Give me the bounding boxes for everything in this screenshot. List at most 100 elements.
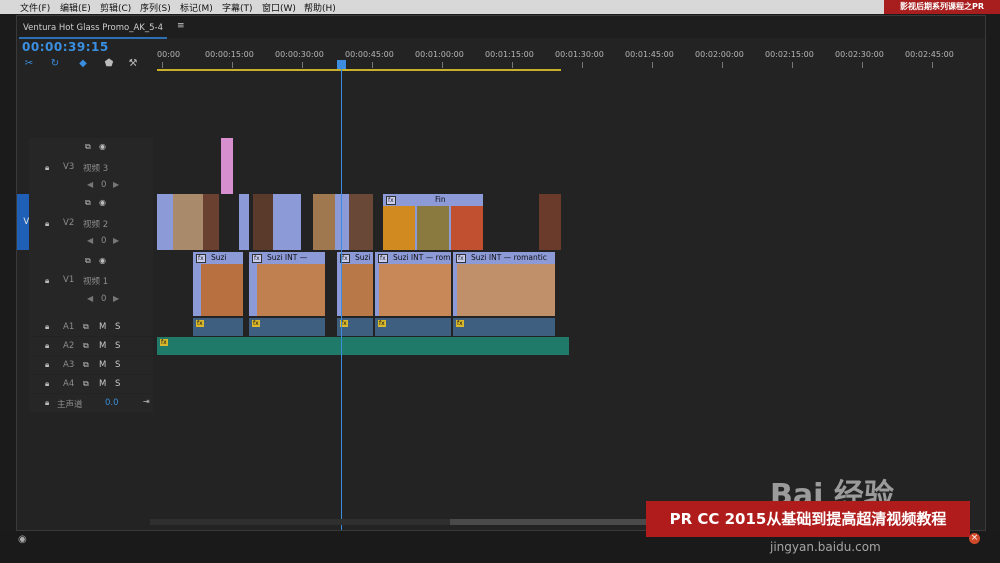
- a1-clip[interactable]: fx: [337, 318, 373, 336]
- menu-title[interactable]: 字幕(T): [222, 1, 253, 14]
- track-level: 0: [101, 180, 107, 190]
- toggle-sync-icon[interactable]: ⧉: [85, 256, 91, 266]
- v1-clip[interactable]: fx Suzi INT — romantic: [453, 252, 555, 316]
- solo-button[interactable]: S: [115, 322, 120, 332]
- toggle-sync-icon[interactable]: ⧉: [83, 322, 89, 332]
- keyframe-nav-right-icon[interactable]: ▶: [113, 180, 119, 189]
- clip-thumbnail: [417, 206, 449, 250]
- panel-menu-icon[interactable]: ≡: [177, 21, 185, 31]
- lock-icon[interactable]: 🔒︎: [45, 379, 49, 389]
- ruler-label: 00:01:00:00: [415, 50, 464, 59]
- clip-label: Suzi: [211, 253, 227, 262]
- snap-icon[interactable]: ✂: [23, 58, 35, 70]
- ruler-label: 00:02:00:00: [695, 50, 744, 59]
- menu-help[interactable]: 帮助(H): [304, 1, 336, 14]
- menu-edit[interactable]: 编辑(E): [60, 1, 91, 14]
- work-area-bar[interactable]: [157, 69, 561, 71]
- close-icon[interactable]: ×: [969, 533, 980, 544]
- clip-thumbnail: [201, 264, 243, 316]
- v1-clip[interactable]: fx Suzi: [193, 252, 243, 316]
- fx-badge: fx: [252, 320, 260, 327]
- menu-clip[interactable]: 剪辑(C): [100, 1, 131, 14]
- keyframe-nav-left-icon[interactable]: ◀: [87, 294, 93, 303]
- menu-window[interactable]: 窗口(W): [262, 1, 296, 14]
- tutorial-banner: PR CC 2015从基础到提高超清视频教程: [646, 501, 970, 537]
- track-id: A1: [63, 322, 75, 332]
- v1-clip[interactable]: fx Suzi: [337, 252, 373, 316]
- keyframe-nav-right-icon[interactable]: ▶: [113, 236, 119, 245]
- lock-icon[interactable]: 🔒︎: [45, 322, 49, 332]
- v2-clip[interactable]: fx Fin: [383, 194, 483, 250]
- master-volume-value[interactable]: 0.0: [105, 398, 119, 408]
- ruler-label: 00:00: [157, 50, 181, 59]
- ruler-tick: [862, 62, 863, 68]
- v2-clip[interactable]: [239, 194, 249, 250]
- ruler-tick: [792, 62, 793, 68]
- solo-button[interactable]: S: [115, 379, 120, 389]
- ruler-tick: [302, 62, 303, 68]
- toggle-sync-icon[interactable]: ⧉: [83, 379, 89, 389]
- v3-clip[interactable]: [221, 138, 233, 194]
- linked-selection-icon[interactable]: ↻: [49, 58, 61, 70]
- v2-clip[interactable]: [253, 194, 301, 250]
- playhead-timecode[interactable]: 00:00:39:15: [22, 40, 109, 54]
- a1-clip[interactable]: fx: [193, 318, 243, 336]
- eye-icon[interactable]: ◉: [99, 142, 106, 151]
- ruler-tick: [372, 62, 373, 68]
- clip-label: Fin: [435, 195, 446, 204]
- lock-icon[interactable]: 🔒︎: [45, 341, 49, 351]
- toggle-sync-icon[interactable]: ⧉: [85, 142, 91, 152]
- playhead-handle[interactable]: [337, 60, 346, 69]
- v1-clip[interactable]: fx Suzi INT — rom: [375, 252, 451, 316]
- lock-icon[interactable]: 🔒︎: [45, 360, 49, 370]
- v2-clip[interactable]: [539, 194, 561, 250]
- solo-button[interactable]: S: [115, 341, 120, 351]
- mute-button[interactable]: M: [99, 341, 106, 351]
- fx-badge: fx: [386, 196, 396, 205]
- fx-badge: fx: [378, 320, 386, 327]
- menu-sequence[interactable]: 序列(S): [140, 1, 171, 14]
- a1-clip[interactable]: fx: [453, 318, 555, 336]
- track-name: 视频 3: [83, 164, 109, 174]
- toggle-sync-icon[interactable]: ⧉: [83, 341, 89, 351]
- lock-icon[interactable]: 🔒︎: [45, 163, 49, 173]
- eye-icon[interactable]: ◉: [99, 198, 106, 207]
- marker-icon[interactable]: ⬟: [103, 58, 115, 70]
- a1-clip[interactable]: fx: [249, 318, 325, 336]
- mute-button[interactable]: M: [99, 360, 106, 370]
- lock-icon[interactable]: 🔒︎: [45, 219, 49, 229]
- brand-label: 影视后期系列课程之PR: [884, 0, 1000, 14]
- track-id: A2: [63, 341, 75, 351]
- clip-thumbnail: [451, 206, 483, 250]
- mute-button[interactable]: M: [99, 379, 106, 389]
- menu-marker[interactable]: 标记(M): [180, 1, 213, 14]
- eye-icon[interactable]: ◉: [18, 534, 27, 545]
- solo-button[interactable]: S: [115, 360, 120, 370]
- keyframe-nav-left-icon[interactable]: ◀: [87, 180, 93, 189]
- a2-clip[interactable]: fx: [157, 337, 569, 355]
- clip-label: Suzi INT —: [267, 253, 308, 262]
- clip-thumbnail: [257, 264, 325, 316]
- timeline-panel: Ventura Hot Glass Promo_AK_5-4 ≡ 00:00:3…: [16, 15, 986, 531]
- eye-icon[interactable]: ◉: [99, 256, 106, 265]
- toggle-sync-icon[interactable]: ⧉: [85, 198, 91, 208]
- mute-button[interactable]: M: [99, 322, 106, 332]
- sequence-tab[interactable]: Ventura Hot Glass Promo_AK_5-4: [19, 19, 167, 39]
- v1-clip[interactable]: fx Suzi INT —: [249, 252, 325, 316]
- v2-clip[interactable]: [157, 194, 219, 250]
- lock-icon[interactable]: 🔒︎: [45, 276, 49, 286]
- ruler-label: 00:02:15:00: [765, 50, 814, 59]
- ruler-tick: [582, 62, 583, 68]
- v2-clip[interactable]: [313, 194, 373, 250]
- add-marker-icon[interactable]: ◆: [77, 58, 89, 70]
- toggle-sync-icon[interactable]: ⧉: [83, 360, 89, 370]
- settings-wrench-icon[interactable]: ⚒: [127, 58, 139, 70]
- go-to-end-icon[interactable]: ⇥: [143, 397, 150, 406]
- keyframe-nav-left-icon[interactable]: ◀: [87, 236, 93, 245]
- menu-file[interactable]: 文件(F): [20, 1, 50, 14]
- lock-icon[interactable]: 🔒︎: [45, 398, 49, 408]
- clip-label: Suzi: [355, 253, 371, 262]
- a1-clip[interactable]: fx: [375, 318, 451, 336]
- fx-badge: fx: [196, 320, 204, 327]
- keyframe-nav-right-icon[interactable]: ▶: [113, 294, 119, 303]
